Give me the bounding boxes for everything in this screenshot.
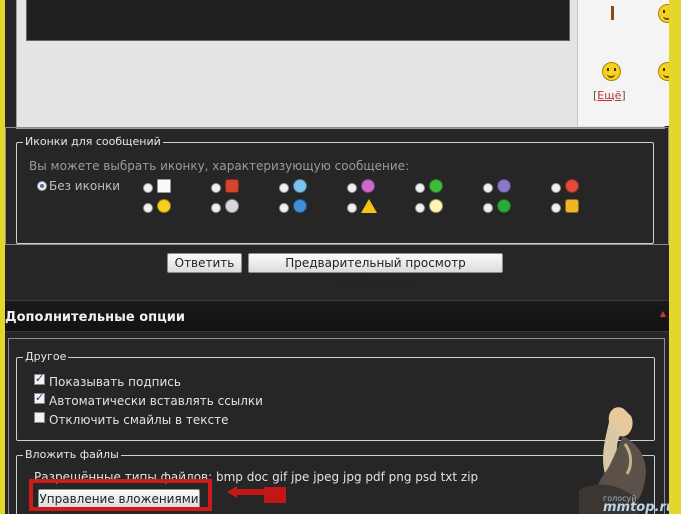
additional-options-title: Дополнительные опции [5,310,185,325]
no-icon-radio[interactable] [37,181,47,191]
icon-radio-document[interactable] [143,183,153,193]
question-icon [293,199,307,213]
cool-icon [225,199,239,213]
icon-radio-warning[interactable] [347,203,357,213]
arrow-right-icon [497,199,511,213]
highlight-box [29,479,212,511]
icon-radio-question[interactable] [279,203,289,213]
watermark-logo-text: mmtop.ru [603,500,669,514]
show-signature-label: Показывать подпись [49,375,181,389]
post-form-frame: [Ещё] Иконки для сообщений Вы можете выб… [5,0,669,514]
icon-radio-arrow-right[interactable] [483,203,493,213]
red-arrow-icon [227,486,265,498]
more-link-label[interactable]: Ещё [597,89,621,102]
disable-smilies-checkbox[interactable] [34,412,45,423]
icon-radio-angry-purple[interactable] [483,183,493,193]
glasses-smiley-icon[interactable] [602,62,621,81]
more-smilies-link[interactable]: [Ещё] [593,89,626,102]
collapse-triangle-icon[interactable]: ▲ [660,309,666,318]
more-bracket-close: ] [621,89,626,102]
grin-purple-icon [361,179,375,193]
lightbulb-icon [429,199,443,213]
additional-options-header[interactable]: Дополнительные опции ▲ [5,300,669,332]
angry-purple-icon [497,179,511,193]
preview-button[interactable]: Предварительный просмотр сообщения [248,253,503,289]
mad-red-icon [565,179,579,193]
icon-radio-big-grin-green[interactable] [415,183,425,193]
attach-files-legend: Вложить файлы [23,448,121,461]
smilies-panel: [Ещё] [577,0,669,126]
message-icons-fieldset: Иконки для сообщений Вы можете выбрать и… [16,135,654,244]
icon-radio-smile-yellow[interactable] [143,203,153,213]
auto-links-checkbox[interactable] [34,391,45,404]
icon-radio-smile-blue[interactable] [279,183,289,193]
message-textarea[interactable] [26,0,570,41]
smile-blue-icon [293,179,307,193]
no-icon-label: Без иконки [49,179,121,193]
grin-smiley-icon[interactable] [658,62,669,81]
icon-radio-cool[interactable] [211,203,221,213]
red-marker [264,487,286,503]
icon-radio-grin-purple[interactable] [347,183,357,193]
thumbs-down-icon [225,179,239,193]
thumbs-up-icon [565,199,579,213]
other-fieldset: Другое Показывать подпись Автоматически … [16,350,655,441]
icon-radio-lightbulb[interactable] [415,203,425,213]
stick-smiley-icon[interactable] [611,6,614,20]
other-legend: Другое [23,350,69,363]
editor-area: [Ещё] [16,0,669,129]
disable-smilies-label: Отключить смайлы в тексте [49,413,229,427]
icon-radio-mad-red[interactable] [551,183,561,193]
show-signature-checkbox[interactable] [34,372,45,385]
big-grin-green-icon [429,179,443,193]
reply-button[interactable]: Ответить [167,253,242,273]
message-icons-legend: Иконки для сообщений [23,135,163,148]
smile-yellow-icon [157,199,171,213]
icon-radio-thumbs-up[interactable] [551,203,561,213]
warning-icon [361,199,377,213]
icon-radio-thumbs-down[interactable] [211,183,221,193]
smile-icon[interactable] [658,4,669,23]
auto-links-label: Автоматически вставлять ссылки [49,394,263,408]
document-icon [157,179,171,193]
message-icons-hint: Вы можете выбрать иконку, характеризующу… [29,159,410,173]
